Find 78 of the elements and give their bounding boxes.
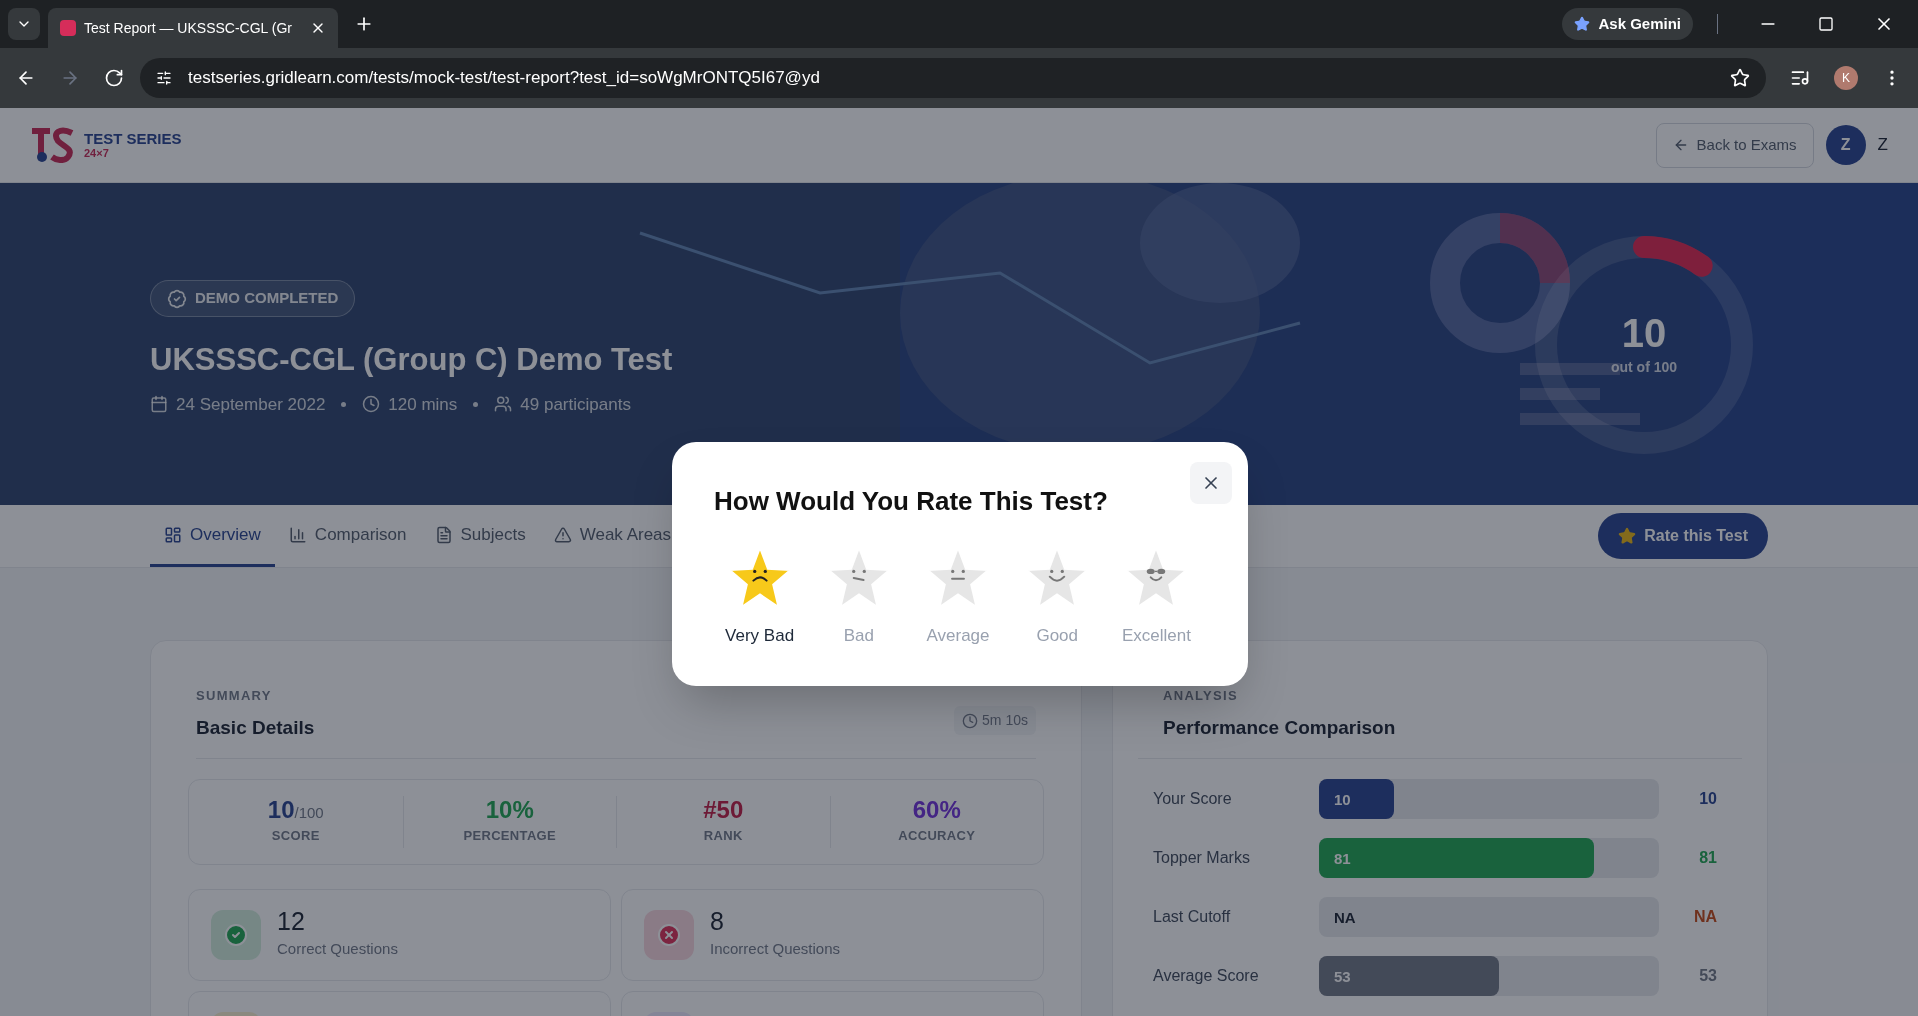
test-participants: 49 participants: [520, 393, 631, 416]
stat-value: 10%: [485, 798, 534, 823]
bar-text: NA: [1334, 908, 1356, 928]
tile-value: 12: [277, 909, 306, 935]
stat-value: 10/100: [267, 798, 324, 823]
test-title: UKSSSC-CGL (Group C) Demo Test: [150, 341, 673, 379]
rating-option[interactable]: Very Bad: [710, 545, 810, 649]
clock-icon: [962, 712, 979, 729]
section-title: Basic Details: [196, 715, 315, 740]
tab[interactable]: Subjects: [420, 505, 540, 567]
profile-avatar[interactable]: K: [1834, 66, 1858, 90]
ask-gemini-button[interactable]: Ask Gemini: [1562, 8, 1693, 40]
stat-label: ACCURACY: [898, 827, 976, 846]
stat-value: 60%: [912, 798, 961, 823]
stat-value: #50: [703, 798, 744, 823]
tab[interactable]: Comparison: [274, 505, 421, 567]
close-button[interactable]: [1190, 462, 1232, 504]
score-caption: out of 100: [1610, 357, 1678, 377]
restore-icon[interactable]: [1818, 16, 1834, 32]
site-favicon: [60, 20, 76, 36]
tile-value: 8: [710, 909, 725, 935]
score-value: 10: [1621, 312, 1667, 353]
site-info-icon: [156, 70, 172, 86]
back-to-exams-button[interactable]: Back to Exams: [1655, 122, 1814, 168]
bar-chart-icon: [288, 525, 307, 544]
logo-mark: [30, 127, 76, 163]
tile-label: Correct Questions: [277, 939, 398, 960]
row-value: NA: [1693, 907, 1717, 927]
bar-text: 53: [1334, 967, 1351, 987]
tab[interactable]: Weak Areas: [539, 505, 686, 567]
tab-title: Test Report — UKSSSC-CGL (Gr: [84, 18, 293, 38]
rate-test-button[interactable]: Rate this Test: [1598, 513, 1768, 559]
time-chip: 5m 10s: [954, 706, 1036, 735]
rating-option[interactable]: Good: [1007, 545, 1107, 649]
user-avatar[interactable]: Z: [1825, 125, 1866, 165]
url-text: testseries.gridlearn.com/tests/mock-test/test-report?test_id=soWgMrONTQ5I67@yd: [188, 67, 820, 90]
row-value: 10: [1699, 789, 1717, 809]
stat-label: PERCENTAGE: [463, 827, 557, 846]
row-value: 81: [1699, 848, 1717, 868]
row-label: Last Cutoff: [1153, 907, 1232, 927]
logo-subtitle: 24×7: [84, 148, 110, 159]
row-label: Topper Marks: [1153, 848, 1251, 868]
media-icon[interactable]: [1790, 68, 1810, 88]
row-value: 53: [1699, 966, 1717, 986]
logo-title: TEST SERIES: [84, 131, 182, 146]
reload-icon[interactable]: [104, 68, 124, 88]
tab[interactable]: Overview: [150, 505, 275, 567]
test-date: 24 September 2022: [176, 393, 326, 416]
participants-icon: [494, 395, 513, 414]
rating-option[interactable]: Average: [908, 545, 1008, 649]
stat-label: RANK: [703, 827, 743, 846]
stat-label: SCORE: [271, 827, 320, 846]
warning-icon: [553, 525, 572, 544]
bar-text: 81: [1334, 849, 1351, 869]
row-label: Your Score: [1153, 789, 1233, 809]
tab-list-button[interactable]: [8, 8, 40, 40]
rating-option[interactable]: Bad: [809, 545, 909, 649]
rating-option[interactable]: Excellent: [1106, 545, 1206, 649]
row-label: Average Score: [1153, 966, 1260, 986]
address-field[interactable]: testseries.gridlearn.com/tests/mock-test/test-report?test_id=soWgMrONTQ5I67@yd: [140, 58, 1766, 98]
section-eyebrow: SUMMARY: [196, 687, 273, 705]
user-name: Z: [1877, 134, 1888, 157]
cross-icon: [657, 923, 681, 947]
section-eyebrow: ANALYSIS: [1163, 687, 1239, 705]
check-icon: [224, 923, 248, 947]
clock-icon: [362, 395, 381, 414]
bar-text: 10: [1334, 790, 1351, 810]
verified-icon: [167, 288, 187, 309]
browser-tab[interactable]: Test Report — UKSSSC-CGL (Gr: [48, 8, 338, 48]
star-icon: [1618, 527, 1637, 545]
layout-icon: [164, 525, 182, 544]
section-title: Performance Comparison: [1163, 715, 1397, 740]
test-duration: 120 mins: [388, 393, 458, 416]
dialog-title: How Would You Rate This Test?: [714, 485, 1109, 518]
bookmark-icon[interactable]: [1730, 68, 1750, 88]
tile-label: Incorrect Questions: [710, 939, 841, 960]
calendar-icon: [150, 395, 168, 414]
document-icon: [434, 525, 453, 544]
